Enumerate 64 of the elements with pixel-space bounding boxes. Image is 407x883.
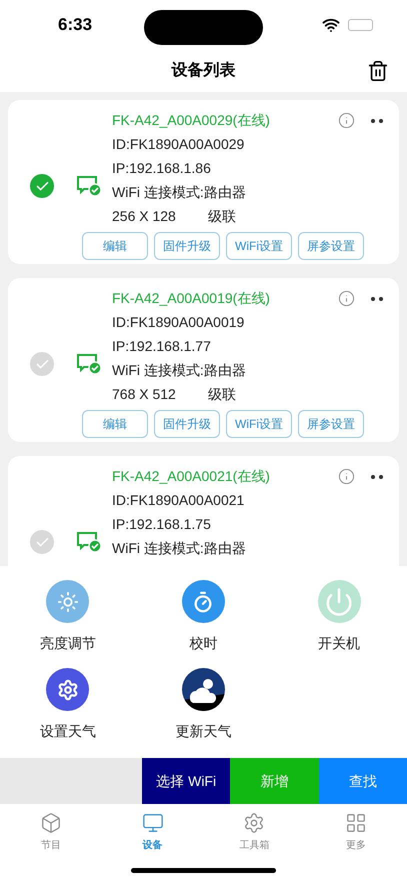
monitor-icon: [142, 812, 164, 834]
card-action-button[interactable]: WiFi设置: [226, 410, 292, 438]
card-action-button[interactable]: 编辑: [82, 410, 148, 438]
monitor-check-icon: [76, 530, 102, 554]
cascade-label: 级联: [208, 385, 236, 404]
tab-item[interactable]: 工具箱: [204, 804, 306, 858]
action-label[interactable]: 亮度调节: [40, 633, 96, 654]
more-icon[interactable]: [371, 118, 383, 122]
device-card[interactable]: FK-A42_A00A0021(在线) ID:FK1890A00A0021 IP:192.168.1.75 WiFi 连接模式:路由器: [8, 456, 399, 566]
box-icon: [40, 812, 62, 834]
info-icon[interactable]: [338, 112, 355, 129]
stopwatch-icon[interactable]: [182, 580, 225, 623]
info-icon[interactable]: [338, 468, 355, 485]
action-label[interactable]: 开关机: [318, 633, 360, 654]
device-name: FK-A42_A00A0019(在线): [112, 289, 270, 308]
cascade-label: 级联: [208, 207, 236, 226]
info-icon[interactable]: [338, 290, 355, 307]
device-ip: IP:192.168.1.75: [112, 515, 212, 534]
select-check-icon[interactable]: [30, 530, 54, 554]
card-action-button[interactable]: 屏参设置: [298, 232, 364, 260]
tab-item[interactable]: 设备: [102, 804, 204, 858]
action-label[interactable]: 校时: [189, 633, 218, 654]
device-id: ID:FK1890A00A0021: [112, 491, 246, 510]
wifi-mode: WiFi 连接模式:路由器: [112, 361, 247, 380]
weather-icon[interactable]: [182, 668, 225, 711]
action-button[interactable]: 选择 WiFi: [142, 758, 230, 804]
status-time: 6:33: [58, 14, 92, 36]
device-name: FK-A42_A00A0021(在线): [112, 467, 270, 486]
brightness-icon[interactable]: [46, 580, 90, 623]
wifi-icon: [322, 16, 340, 34]
card-action-button[interactable]: 固件升级: [154, 232, 220, 260]
card-action-button[interactable]: 编辑: [82, 232, 148, 260]
more-icon[interactable]: [371, 296, 383, 300]
monitor-check-icon: [76, 174, 102, 198]
resolution: 768 X 512: [112, 385, 176, 404]
select-check-icon[interactable]: [30, 174, 54, 198]
resolution: 256 X 128: [112, 207, 176, 226]
battery-icon: [348, 19, 373, 31]
device-ip: IP:192.168.1.86: [112, 159, 212, 178]
action-label[interactable]: 设置天气: [40, 721, 96, 742]
device-card[interactable]: FK-A42_A00A0029(在线) ID:FK1890A00A0029 IP:192.168.1.86 WiFi 连接模式:路由器 256 X 128 级联 编辑 固件升级 WiFi设置 屏参设置: [8, 100, 399, 264]
tab-item[interactable]: 更多: [305, 804, 407, 858]
gear-icon: [243, 812, 266, 834]
select-check-icon[interactable]: [30, 352, 54, 376]
wifi-mode: WiFi 连接模式:路由器: [112, 183, 247, 202]
card-action-button[interactable]: 屏参设置: [298, 410, 364, 438]
more-icon[interactable]: [371, 474, 383, 478]
device-id: ID:FK1890A00A0019: [112, 313, 246, 332]
device-card[interactable]: FK-A42_A00A0019(在线) ID:FK1890A00A0019 IP:192.168.1.77 WiFi 连接模式:路由器 768 X 512 级联 编辑 固件升级 WiFi设置 屏参设置: [8, 278, 399, 442]
delete-icon[interactable]: [367, 60, 389, 82]
tab-item[interactable]: 节目: [0, 804, 102, 858]
gear-icon[interactable]: [46, 668, 90, 711]
device-name: FK-A42_A00A0029(在线): [112, 111, 270, 130]
action-label[interactable]: 更新天气: [175, 721, 232, 742]
action-button[interactable]: 新增: [230, 758, 319, 804]
page-title: 设备列表: [172, 60, 236, 81]
device-ip: IP:192.168.1.77: [112, 337, 212, 356]
monitor-check-icon: [76, 352, 102, 376]
device-id: ID:FK1890A00A0029: [112, 135, 246, 154]
wifi-mode: WiFi 连接模式:路由器: [112, 539, 247, 558]
card-action-button[interactable]: WiFi设置: [226, 232, 292, 260]
card-action-button[interactable]: 固件升级: [154, 410, 220, 438]
action-button[interactable]: 查找: [318, 758, 407, 804]
grid-icon: [345, 812, 368, 834]
